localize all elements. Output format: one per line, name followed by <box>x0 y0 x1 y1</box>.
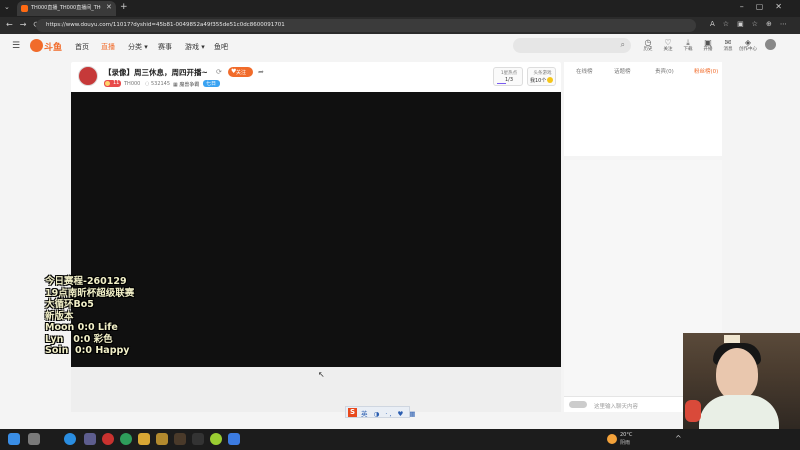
headline-game-widget[interactable]: 头条游戏 我10个 <box>527 67 556 86</box>
start-stream-button[interactable]: ▣ 开播 <box>699 38 717 53</box>
follow-list-button[interactable]: ♡ 关注 <box>659 38 677 53</box>
chat-toggle[interactable] <box>569 401 587 408</box>
schedule-line: 大循环Bo5 <box>45 299 94 310</box>
share-icon[interactable]: ➦ <box>258 68 264 76</box>
tab-topic-rank[interactable]: 话题榜 <box>614 67 631 75</box>
schedule-line: 19点南昕杯超级联赛 <box>45 287 135 299</box>
app-icon[interactable] <box>174 433 186 445</box>
nav-home[interactable]: 首页 <box>75 42 89 52</box>
task-view-icon[interactable] <box>28 433 40 445</box>
download-icon: ⤓ <box>686 38 690 47</box>
clock-icon: ◷ <box>644 38 652 47</box>
browser-extension-icons[interactable]: A☆▣☆⊕⋯ <box>710 20 795 28</box>
app-icon[interactable] <box>228 433 240 445</box>
download-button[interactable]: ⤓ 下载 <box>679 38 697 53</box>
mouse-cursor-icon: ↖ <box>318 370 325 379</box>
microphone-icon <box>685 400 701 422</box>
schedule-line: 新版本 <box>45 310 74 322</box>
schedule-overlay: 今日赛程-260129 19点南昕杯超级联赛 大循环Bo5 新版本 Moon 0… <box>45 276 134 357</box>
nav-events[interactable]: 赛事 <box>158 42 172 52</box>
follow-label: 关注 <box>236 70 247 76</box>
app-icon[interactable] <box>102 433 114 445</box>
douyu-logo[interactable]: 斗鱼 <box>30 39 63 53</box>
tab-vip[interactable]: 贵宾(0) <box>655 67 674 75</box>
mail-icon: ✉ <box>724 38 732 47</box>
rank-panel <box>564 62 722 156</box>
weather-icon <box>607 434 617 444</box>
creator-center-button[interactable]: ◈ 创作中心 <box>739 38 757 53</box>
window-controls[interactable]: –▢✕ <box>740 2 794 11</box>
coin-icon <box>547 77 553 83</box>
nav-fishbar[interactable]: 鱼吧 <box>214 42 228 52</box>
logo-fish-icon <box>30 39 43 52</box>
start-icon[interactable] <box>8 433 20 445</box>
url-text: https://www.douyu.com/11017?dyshid=45b81… <box>46 22 285 28</box>
schedule-line: Moon 0:0 Life <box>45 322 118 333</box>
room-tag[interactable]: 七日榜 <box>203 80 220 94</box>
player-bottom-area <box>71 367 561 412</box>
camera-icon: ▣ <box>704 38 712 47</box>
webcam-overlay <box>683 333 800 429</box>
app-icon[interactable] <box>138 433 150 445</box>
room-category[interactable]: ▦ 魔兽争霸 <box>173 81 199 88</box>
history-button[interactable]: ◷ 历史 <box>639 38 657 53</box>
hamburger-menu-icon[interactable]: ☰ <box>12 41 20 51</box>
app-icon[interactable] <box>210 433 222 445</box>
user-avatar[interactable] <box>765 39 776 50</box>
edge-icon[interactable] <box>64 433 76 445</box>
ime-toolbar[interactable]: S 英 ◑ ·, ♥ ▦ <box>345 406 416 418</box>
url-bar[interactable]: https://www.douyu.com/11017?dyshid=45b81… <box>36 19 696 32</box>
schedule-line: 今日赛程-260129 <box>45 276 127 287</box>
viewer-count: ◌ 532145 <box>145 81 171 87</box>
anchor-level-badge: 11 <box>104 80 121 87</box>
nav-live[interactable]: 直播 <box>101 42 115 52</box>
tab-title: TH000直播_TH000直播间_TH000视 <box>31 5 101 11</box>
messages-button[interactable]: ✉ 消息 <box>719 38 737 53</box>
creator-icon: ◈ <box>744 38 752 47</box>
search-input[interactable]: ⌕ <box>513 38 631 53</box>
sogou-icon: S <box>348 408 357 417</box>
follow-button[interactable]: ♥ 关注 <box>228 67 253 77</box>
tab-actions-icon[interactable]: ⌄ <box>4 3 10 11</box>
heart-icon: ♡ <box>664 38 672 47</box>
app-icon[interactable] <box>84 433 96 445</box>
refresh-icon[interactable]: ⟳ <box>216 68 222 76</box>
anchor-name[interactable]: TH000 <box>124 81 140 87</box>
app-icon[interactable] <box>156 433 168 445</box>
tab-online-rank[interactable]: 在线榜 <box>576 67 593 75</box>
app-icon[interactable] <box>120 433 132 445</box>
hot-rank-widget[interactable]: 1星热点 1/3 <box>493 67 523 86</box>
schedule-line: Soin 0:0 Happy <box>45 345 130 356</box>
browser-tab[interactable]: TH000直播_TH000直播间_TH000视 ✕ <box>17 1 116 16</box>
logo-text: 斗鱼 <box>44 43 63 53</box>
app-icon[interactable] <box>192 433 204 445</box>
chevron-up-icon[interactable]: ^ <box>675 434 682 443</box>
new-tab-icon[interactable]: + <box>120 2 128 12</box>
streamer-avatar[interactable] <box>78 66 98 86</box>
close-tab-icon[interactable]: ✕ <box>106 3 112 11</box>
nav-category[interactable]: 分类 ▾ <box>128 42 148 52</box>
tab-fans-rank[interactable]: 粉丝榜(0) <box>694 67 718 75</box>
search-icon[interactable]: ⌕ <box>621 40 625 50</box>
nav-games[interactable]: 游戏 ▾ <box>185 42 205 52</box>
chat-placeholder: 这里输入聊天内容 <box>594 404 639 410</box>
site-favicon-icon <box>21 5 28 12</box>
video-player[interactable] <box>71 92 561 367</box>
room-title: 【录像】周三休息，周四开播~ <box>104 68 208 77</box>
schedule-line: Lyn 0:0 彩色 <box>45 333 113 345</box>
